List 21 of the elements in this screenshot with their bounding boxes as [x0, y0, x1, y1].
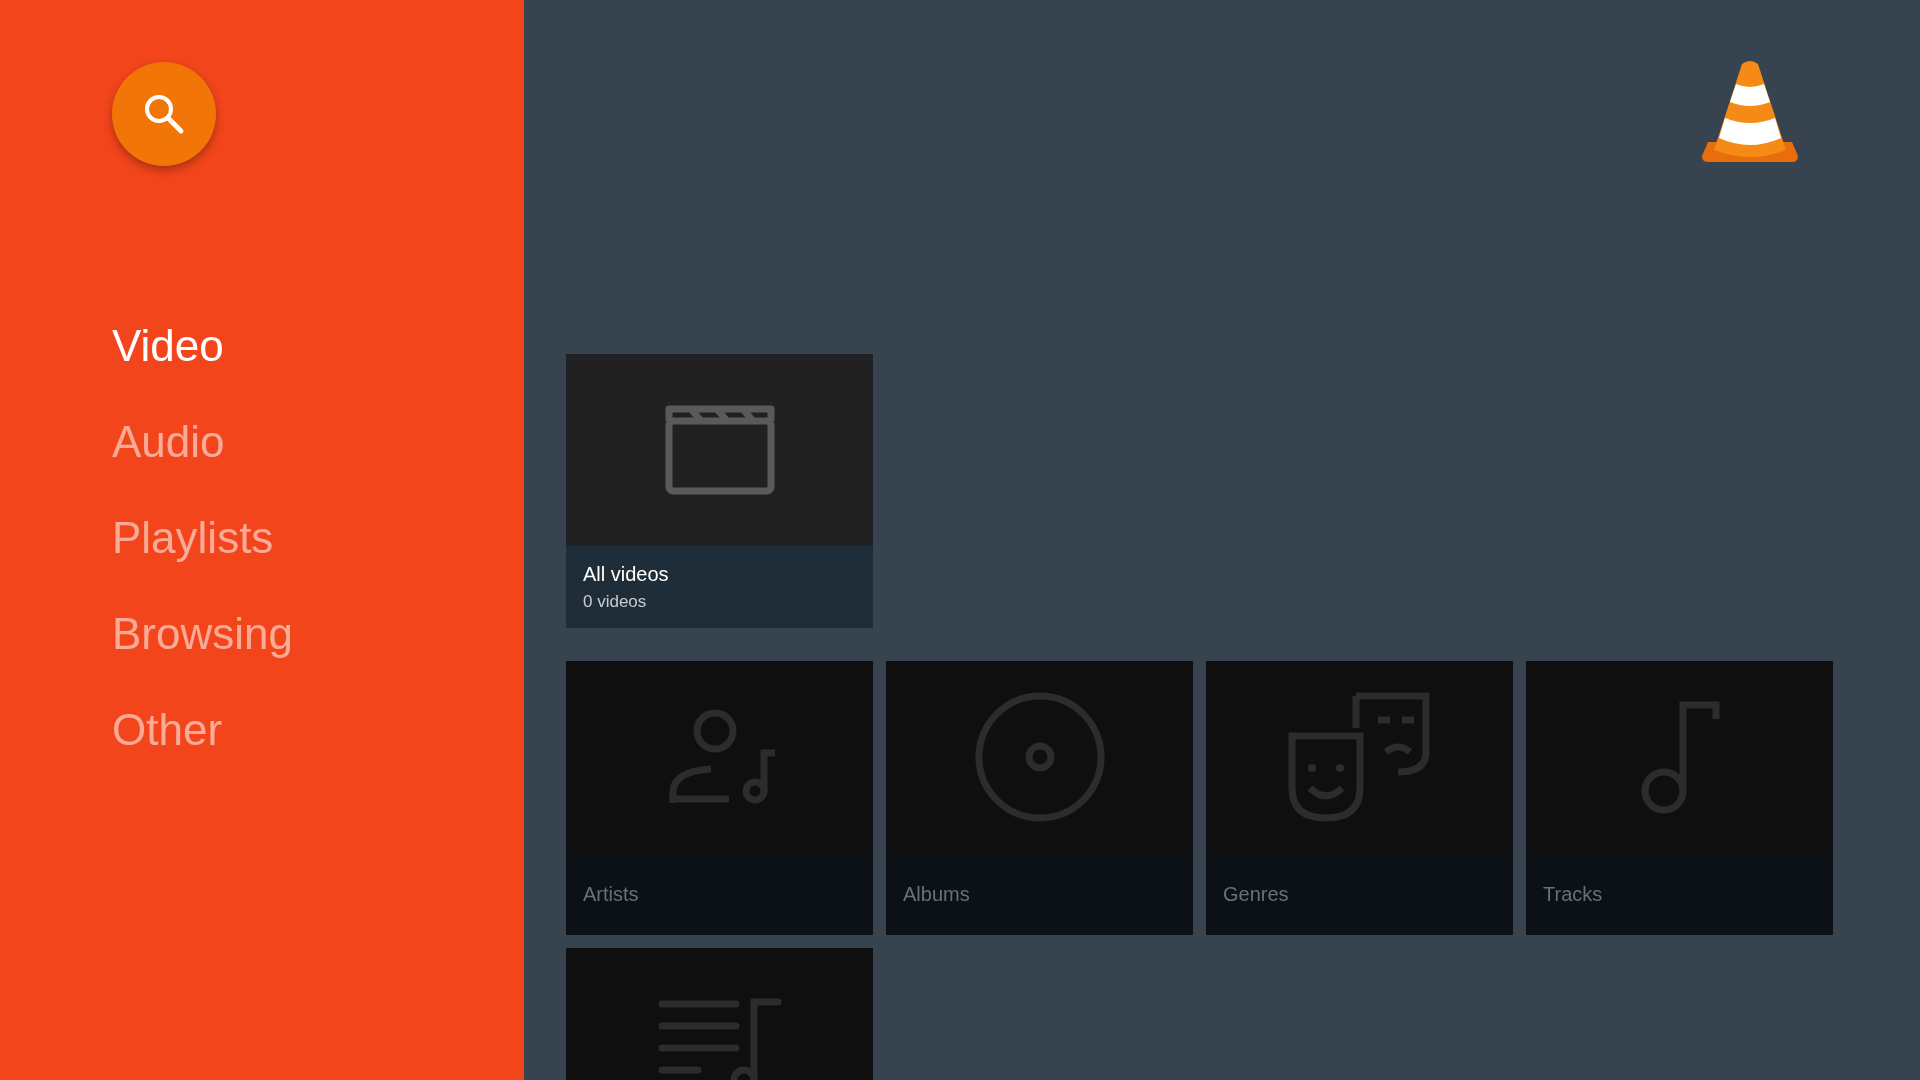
sidebar-item[interactable]: Other [112, 700, 223, 760]
sidebar-item[interactable]: Playlists [112, 508, 274, 568]
sidebar-item[interactable]: Browsing [112, 604, 293, 664]
card-title: Tracks [1543, 882, 1604, 906]
card-title: All videos [583, 562, 670, 586]
theater-masks-icon [1287, 692, 1432, 822]
category-card[interactable]: Tracks [1526, 661, 1833, 935]
card-title: Albums [903, 882, 971, 906]
card-subtitle: 0 videos [583, 591, 648, 612]
sidebar-item[interactable]: Audio [112, 412, 225, 472]
category-card[interactable]: Albums [886, 661, 1193, 935]
playlist-icon [657, 996, 782, 1080]
category-card[interactable]: Artists [566, 661, 873, 935]
search-button[interactable] [112, 62, 216, 166]
category-card[interactable]: Genres [1206, 661, 1513, 935]
category-card[interactable]: All videos 0 videos [566, 354, 873, 628]
card-title: Genres [1223, 882, 1290, 906]
card-title: Artists [583, 882, 640, 906]
disc-icon [973, 691, 1106, 823]
clapperboard-icon [664, 405, 775, 495]
sidebar-item[interactable]: Video [112, 316, 224, 376]
